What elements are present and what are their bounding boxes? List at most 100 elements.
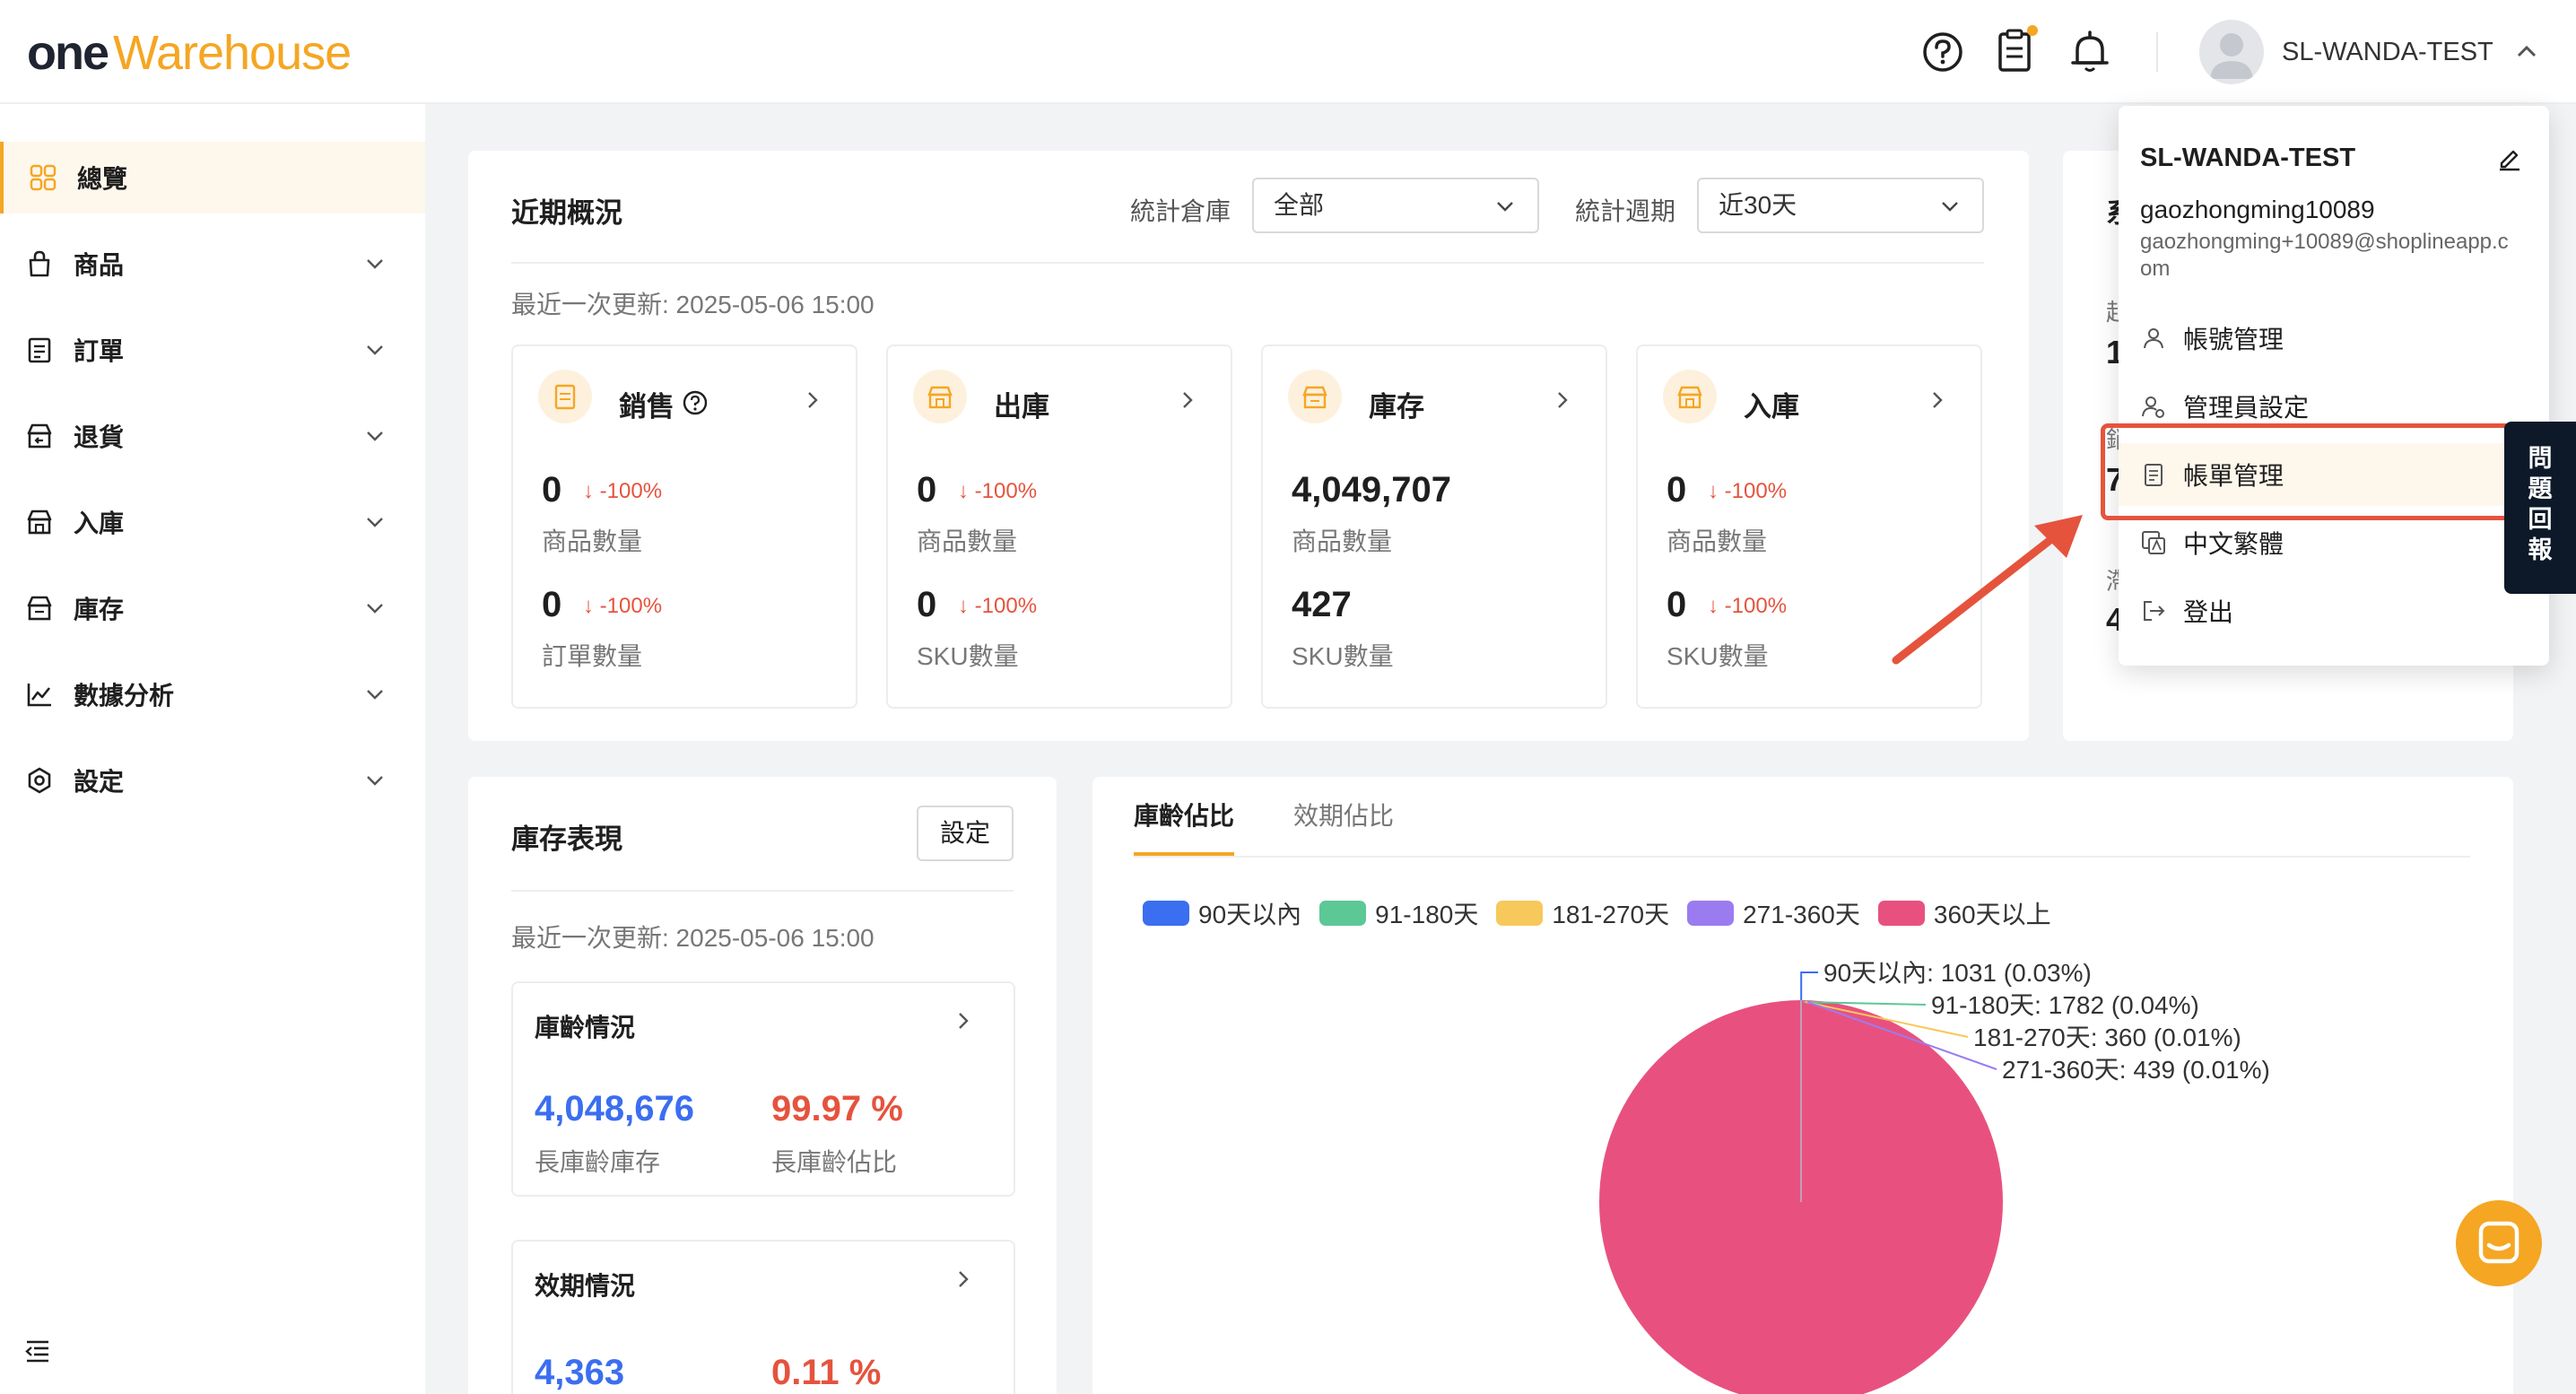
sidebar-item-analytics[interactable]: 數據分析: [0, 658, 425, 730]
sidebar-item-orders[interactable]: 訂單: [0, 314, 425, 386]
dropdown-email-cont: om: [2140, 257, 2171, 281]
expiry-panel[interactable]: 效期情況 4,363 0.11 %: [511, 1240, 1015, 1394]
clipboard-icon[interactable]: [1991, 25, 2041, 79]
inventory-icon: [1288, 370, 1342, 423]
stock-age-panel[interactable]: 庫齡情況 4,048,676 長庫齡庫存 99.97 % 長庫齡佔比: [511, 981, 1015, 1197]
stock-title: 庫存表現: [511, 823, 622, 855]
menu-item-logout[interactable]: 登出: [2119, 579, 2549, 642]
sidebar-item-inventory[interactable]: 庫存: [0, 572, 425, 644]
stat-change-value: -100%: [599, 479, 663, 503]
tab-expiry-ratio[interactable]: 效期佔比: [1293, 797, 1394, 832]
chevron-right-icon: [1558, 392, 1568, 408]
legend-label: 181-270天: [1552, 901, 1670, 928]
pie-data-label: 90天以內: 1031 (0.03%): [1823, 959, 2092, 987]
stat-card-inventory[interactable]: 庫存 4,049,707 商品數量 427 SKU數量: [1261, 344, 1607, 709]
stat-name: 銷售: [619, 391, 674, 423]
stat-value: 0: [917, 470, 937, 510]
collapse-menu-icon[interactable]: [23, 1337, 52, 1365]
menu-item-account[interactable]: 帳號管理: [2119, 307, 2549, 370]
dashboard-icon: [30, 164, 57, 191]
tab-stock-age-ratio[interactable]: 庫齡佔比: [1134, 797, 1234, 832]
return-icon: [27, 423, 52, 449]
bell-icon[interactable]: [2065, 25, 2115, 79]
sidebar-item-overview[interactable]: 總覽: [0, 142, 425, 213]
stat-value: 0: [1667, 470, 1687, 510]
stat-value: 427: [1292, 585, 1352, 624]
stat-caption: SKU數量: [917, 642, 1019, 670]
menu-item-language[interactable]: 中文繁體: [2119, 511, 2549, 574]
period-select[interactable]: 近30天: [1697, 178, 1984, 233]
warehouse-select[interactable]: 全部: [1252, 178, 1539, 233]
menu-item-label: 管理員設定: [2183, 394, 2310, 422]
stat-change-value: -100%: [974, 479, 1038, 503]
long-age-ratio-value: 99.97 %: [771, 1089, 903, 1128]
sidebar-item-label: 總覽: [77, 165, 128, 193]
stat-caption: 商品數量: [917, 527, 1018, 555]
edit-icon[interactable]: [2495, 144, 2524, 172]
stat-change: ↓ -100%: [1708, 594, 1788, 618]
sidebar-item-returns[interactable]: 退貨: [0, 400, 425, 472]
stat-value: 0: [542, 585, 562, 624]
chevron-right-icon: [1183, 392, 1193, 408]
legend-item[interactable]: 271-360天: [1687, 895, 1860, 931]
legend-item[interactable]: 90天以內: [1143, 895, 1301, 931]
stat-value: 0: [917, 585, 937, 624]
expiry-title: 效期情況: [535, 1272, 636, 1300]
chevron-right-icon: [808, 392, 818, 408]
stat-change-value: -100%: [1724, 594, 1788, 618]
annotation-arrow: [1892, 515, 2083, 665]
header-divider: [2156, 32, 2158, 72]
user-menu-trigger[interactable]: SL-WANDA-TEST: [2199, 20, 2540, 84]
legend-label: 271-360天: [1743, 901, 1860, 928]
legend-label: 91-180天: [1375, 901, 1479, 928]
legend-item[interactable]: 91-180天: [1319, 895, 1478, 931]
divider: [511, 262, 1984, 264]
stat-value: 0: [542, 470, 562, 510]
chart-legend: 90天以內 91-180天 181-270天 271-360天 360天以上: [1143, 895, 2069, 931]
tabs-divider: [1134, 856, 2470, 858]
help-icon[interactable]: [1918, 25, 1968, 79]
info-icon[interactable]: [682, 389, 709, 416]
stat-change: ↓ -100%: [958, 479, 1038, 503]
period-label: 統計週期: [1575, 197, 1676, 225]
legend-label: 90天以內: [1198, 901, 1302, 928]
chart-icon: [27, 684, 51, 707]
user-avatar-icon: [2210, 33, 2253, 79]
language-icon: [2142, 531, 2165, 554]
sidebar-item-label: 訂單: [74, 337, 125, 365]
chevron-up-icon: [2517, 45, 2536, 57]
chevron-down-icon: [367, 690, 383, 700]
stat-name: 出庫: [994, 391, 1049, 423]
feedback-label: 問題回報: [2528, 445, 2553, 563]
pie-label-line: [1800, 971, 1818, 1001]
outbound-icon: [913, 370, 967, 423]
warehouse-label: 統計倉庫: [1130, 197, 1231, 225]
feedback-tab[interactable]: 問題回報: [2504, 422, 2576, 594]
legend-swatch: [1319, 901, 1367, 926]
sidebar-item-inbound[interactable]: 入庫: [0, 486, 425, 558]
settings-button[interactable]: 設定: [917, 806, 1014, 861]
sidebar-item-settings[interactable]: 設定: [0, 745, 425, 816]
stat-card-sales[interactable]: 銷售 0 ↓ -100% 商品數量 0 ↓ -100% 訂單數量: [511, 344, 857, 709]
sidebar-item-label: 商品: [74, 251, 125, 279]
warehouse-select-value: 全部: [1274, 191, 1325, 219]
chevron-down-icon: [367, 604, 383, 614]
stat-change: ↓ -100%: [958, 594, 1038, 618]
stat-card-outbound[interactable]: 出庫 0 ↓ -100% 商品數量 0 ↓ -100% SKU數量: [886, 344, 1232, 709]
user-icon: [2144, 328, 2163, 349]
order-icon: [28, 337, 51, 363]
sidebar-item-label: 庫存: [74, 596, 125, 623]
sidebar-item-products[interactable]: 商品: [0, 228, 425, 300]
stock-age-title: 庫齡情況: [535, 1014, 636, 1041]
legend-item[interactable]: 181-270天: [1496, 895, 1669, 931]
chevron-right-icon: [1933, 392, 1943, 408]
legend-item[interactable]: 360天以上: [1877, 895, 2051, 931]
logo[interactable]: one Warehouse: [27, 22, 352, 84]
menu-item-label: 登出: [2183, 598, 2234, 626]
chevron-down-icon: [1497, 202, 1513, 212]
menu-item-label: 中文繁體: [2183, 530, 2284, 558]
chat-button[interactable]: [2456, 1200, 2542, 1286]
stat-change: ↓ -100%: [1708, 479, 1788, 503]
stat-caption: SKU數量: [1292, 642, 1394, 670]
avatar: [2199, 20, 2264, 84]
